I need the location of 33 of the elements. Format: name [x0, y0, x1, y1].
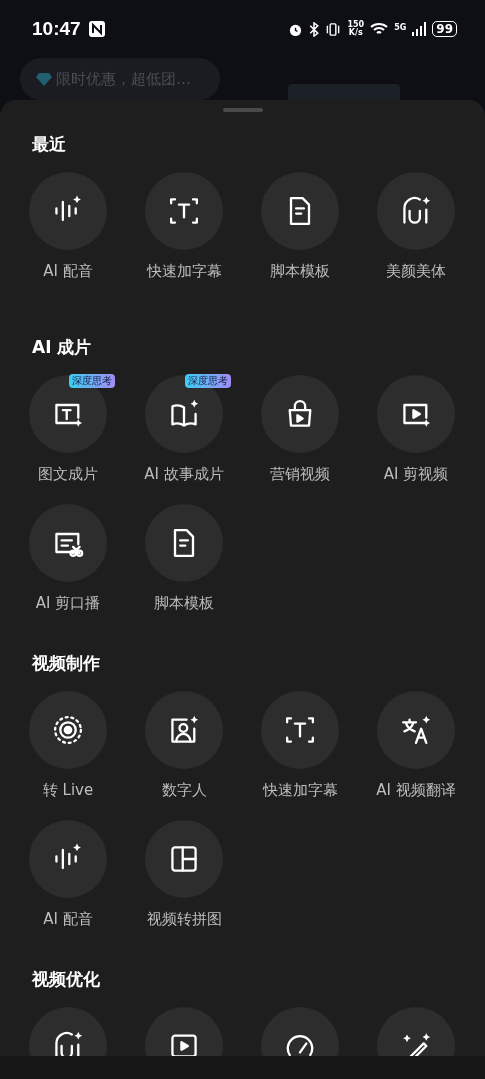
- tool-label: AI 配音: [43, 909, 93, 929]
- tool-label: AI 配音: [43, 261, 93, 281]
- tool-label: AI 视频翻译: [376, 780, 456, 800]
- network-type: 5G: [394, 23, 407, 32]
- diamond-icon: [36, 72, 52, 86]
- tool-label: 视频转拼图: [146, 909, 222, 929]
- nfc-icon: [88, 21, 105, 37]
- network-speed: 150 K/s: [347, 21, 365, 37]
- tool-label: 脚本模板: [154, 593, 214, 613]
- wifi-icon: [370, 22, 389, 36]
- drag-handle[interactable]: [222, 108, 263, 112]
- section-title: 最近: [31, 133, 67, 156]
- vibrate-icon: [325, 21, 342, 37]
- tool-label: 快速加字幕: [262, 780, 338, 800]
- tool-label: 转 Live: [42, 780, 94, 800]
- tool-label: 营销视频: [270, 464, 330, 484]
- tool-label: AI 剪口播: [35, 593, 101, 613]
- feature-badge: 深度思考: [69, 374, 115, 388]
- tool-label: 快速加字幕: [146, 261, 222, 281]
- section-title: 视频制作: [31, 652, 101, 675]
- feature-badge: 深度思考: [185, 374, 231, 388]
- tool-label: 美颜美体: [386, 261, 446, 281]
- tool-label: AI 剪视频: [383, 464, 449, 484]
- clock-time: 10:47: [32, 18, 81, 40]
- tool-label: 数字人: [161, 780, 207, 800]
- battery-level: 99: [432, 21, 457, 37]
- section-title: 视频优化: [31, 968, 101, 991]
- bluetooth-icon: [309, 21, 320, 37]
- tool-label: AI 故事成片: [144, 464, 224, 484]
- section-title: AI 成片: [31, 336, 93, 359]
- tool-label: 脚本模板: [270, 261, 330, 281]
- signal-icon: [412, 22, 427, 36]
- tool-label: 图文成片: [38, 464, 98, 484]
